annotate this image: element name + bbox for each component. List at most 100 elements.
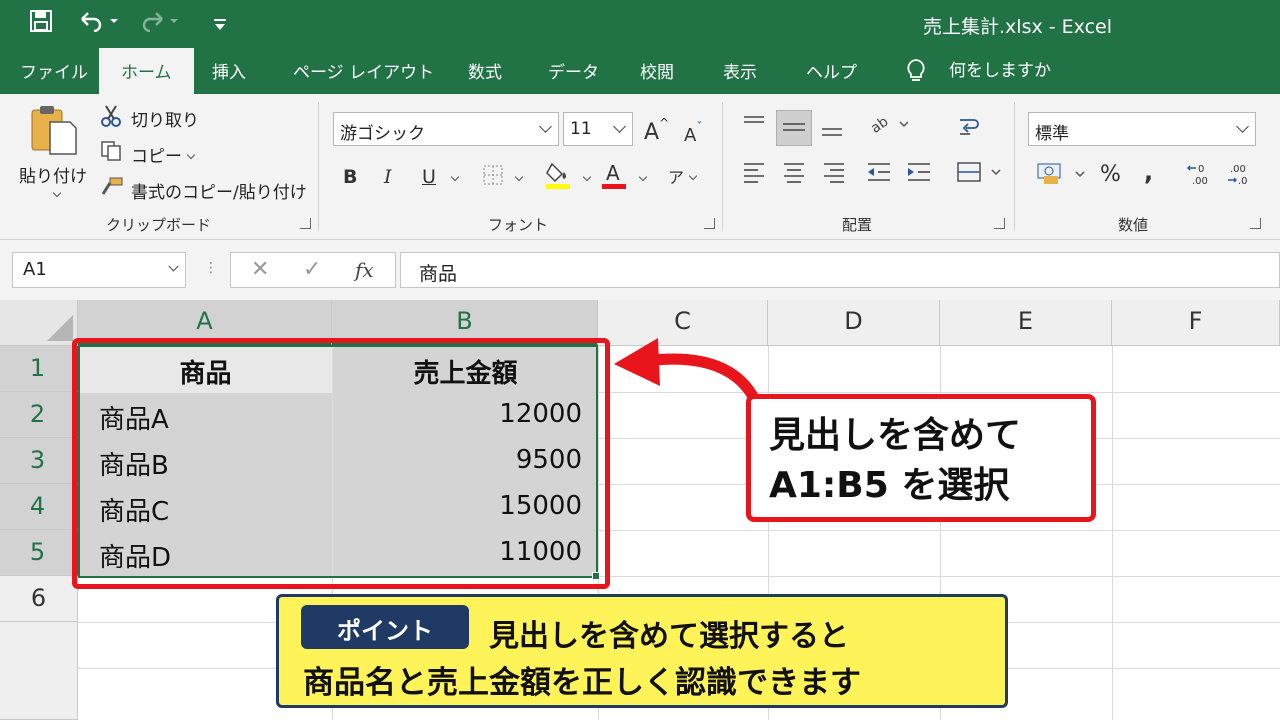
percent-style-button[interactable]: % bbox=[1100, 162, 1121, 187]
tab-page-layout[interactable]: ページ レイアウト bbox=[293, 58, 434, 94]
svg-text:.00: .00 bbox=[1230, 164, 1246, 175]
row-header-3[interactable]: 3 bbox=[0, 438, 78, 484]
tip-box: ポイント 見出しを含めて選択すると 商品名と売上金額を正しく認識できます bbox=[276, 594, 1008, 708]
name-box-value: A1 bbox=[23, 259, 47, 280]
copy-button[interactable]: コピー bbox=[131, 142, 196, 167]
tab-review[interactable]: 校閲 bbox=[640, 58, 674, 94]
svg-text:.0: .0 bbox=[1238, 176, 1248, 187]
tab-view[interactable]: 表示 bbox=[723, 58, 757, 94]
font-launcher-icon[interactable] bbox=[704, 218, 715, 229]
increase-font-size-icon[interactable]: A^ bbox=[644, 116, 669, 145]
tell-me-search[interactable]: 何をしますか bbox=[905, 56, 1051, 84]
font-name-select[interactable]: 游ゴシック bbox=[333, 112, 559, 146]
cell-a4[interactable]: 商品C bbox=[79, 485, 332, 531]
phonetic-icon[interactable]: ア bbox=[668, 164, 698, 188]
row-header-6[interactable]: 6 bbox=[0, 576, 78, 622]
cancel-icon[interactable]: ✕ bbox=[251, 257, 269, 282]
number-launcher-icon[interactable] bbox=[1250, 218, 1261, 229]
chevron-down-icon bbox=[539, 120, 552, 133]
align-left-icon[interactable] bbox=[742, 160, 766, 189]
decrease-indent-icon[interactable] bbox=[866, 160, 892, 189]
enter-icon[interactable]: ✓ bbox=[303, 257, 321, 282]
cell-b2[interactable]: 12000 bbox=[333, 393, 598, 439]
align-top-icon[interactable] bbox=[742, 114, 766, 141]
wrap-text-icon[interactable] bbox=[956, 114, 980, 143]
tab-formulas[interactable]: 数式 bbox=[468, 58, 502, 94]
column-header-a[interactable]: A bbox=[78, 300, 332, 346]
svg-text:A: A bbox=[606, 161, 620, 185]
paste-button[interactable]: 貼り付け bbox=[18, 104, 88, 208]
column-header-b[interactable]: B bbox=[332, 300, 598, 346]
fill-handle[interactable] bbox=[592, 572, 600, 580]
decrease-font-size-icon[interactable]: Aˇ bbox=[684, 120, 702, 146]
tab-home[interactable]: ホーム bbox=[99, 48, 194, 94]
format-painter-button[interactable]: 書式のコピー/貼り付け bbox=[131, 178, 307, 203]
tab-data[interactable]: データ bbox=[548, 58, 599, 94]
formula-input[interactable]: 商品 bbox=[400, 252, 1280, 288]
row-header-1[interactable]: 1 bbox=[0, 346, 78, 392]
gridline bbox=[1112, 346, 1113, 720]
border-dropdown-icon[interactable] bbox=[514, 172, 524, 182]
select-all-button[interactable] bbox=[0, 300, 78, 346]
cell-b3[interactable]: 9500 bbox=[333, 439, 598, 485]
tab-help[interactable]: ヘルプ bbox=[806, 58, 857, 94]
align-middle-icon[interactable] bbox=[776, 110, 812, 146]
formula-buttons: ✕ ✓ fx bbox=[230, 252, 396, 288]
font-name-value: 游ゴシック bbox=[340, 124, 425, 144]
alignment-launcher-icon[interactable] bbox=[994, 218, 1005, 229]
paste-label: 貼り付け bbox=[19, 167, 87, 187]
format-painter-icon bbox=[100, 176, 124, 203]
italic-button[interactable]: I bbox=[384, 166, 392, 188]
tab-insert[interactable]: 挿入 bbox=[212, 58, 246, 94]
underline-dropdown-icon[interactable] bbox=[450, 172, 460, 182]
border-icon[interactable] bbox=[482, 164, 504, 191]
clipboard-launcher-icon[interactable] bbox=[300, 218, 311, 229]
window-title: 売上集計.xlsx - Excel bbox=[923, 16, 1112, 38]
decrease-decimal-icon[interactable]: .00.0 bbox=[1226, 162, 1254, 193]
tip-line-2: 商品名と売上金額を正しく認識できます bbox=[303, 665, 861, 701]
text-orientation-icon[interactable]: ab bbox=[868, 112, 909, 141]
bold-button[interactable]: B bbox=[343, 166, 357, 188]
paste-dropdown-icon bbox=[52, 188, 62, 198]
increase-indent-icon[interactable] bbox=[906, 160, 932, 189]
cell-a5[interactable]: 商品D bbox=[79, 531, 332, 577]
cell-b5[interactable]: 11000 bbox=[333, 531, 598, 577]
insert-function-button[interactable]: fx bbox=[355, 258, 374, 282]
cut-button[interactable]: 切り取り bbox=[131, 106, 199, 131]
number-format-value: 標準 bbox=[1035, 124, 1069, 144]
merge-center-icon[interactable] bbox=[956, 160, 1002, 189]
svg-text:.00: .00 bbox=[1192, 176, 1208, 187]
row-header-blank bbox=[0, 622, 78, 720]
row-header-5[interactable]: 5 bbox=[0, 530, 78, 576]
align-center-icon[interactable] bbox=[782, 160, 806, 189]
cell-a1[interactable]: 商品 bbox=[79, 347, 332, 393]
font-color-icon[interactable]: A bbox=[602, 160, 628, 195]
lightbulb-icon bbox=[905, 58, 927, 84]
copy-label: コピー bbox=[131, 147, 182, 167]
cell-b1[interactable]: 売上金額 bbox=[333, 347, 598, 393]
fill-color-icon[interactable] bbox=[546, 160, 572, 195]
comma-style-button[interactable]: , bbox=[1144, 158, 1153, 186]
increase-decimal-icon[interactable]: 0.00 bbox=[1186, 162, 1214, 193]
align-bottom-icon[interactable] bbox=[820, 114, 844, 143]
number-group-label: 数値 bbox=[1118, 216, 1149, 234]
align-right-icon[interactable] bbox=[822, 160, 846, 189]
column-header-e[interactable]: E bbox=[940, 300, 1112, 346]
cell-a3[interactable]: 商品B bbox=[79, 439, 332, 485]
clipboard-group-label: クリップボード bbox=[106, 216, 212, 234]
tab-file[interactable]: ファイル bbox=[20, 58, 88, 94]
font-color-dropdown-icon[interactable] bbox=[638, 172, 648, 182]
currency-format-icon[interactable] bbox=[1036, 162, 1086, 193]
formula-bar-grip-icon[interactable]: ⋮ bbox=[204, 260, 218, 276]
cell-b4[interactable]: 15000 bbox=[333, 485, 598, 531]
callout-line-1: 見出しを含めて bbox=[769, 415, 1022, 456]
font-size-select[interactable]: 11 bbox=[563, 112, 633, 146]
cell-a2[interactable]: 商品A bbox=[79, 393, 332, 439]
column-header-f[interactable]: F bbox=[1112, 300, 1280, 346]
fill-color-dropdown-icon[interactable] bbox=[582, 172, 592, 182]
row-header-2[interactable]: 2 bbox=[0, 392, 78, 438]
number-format-select[interactable]: 標準 bbox=[1028, 112, 1256, 146]
underline-button[interactable]: U bbox=[422, 166, 436, 188]
name-box[interactable]: A1 bbox=[12, 252, 186, 288]
row-header-4[interactable]: 4 bbox=[0, 484, 78, 530]
